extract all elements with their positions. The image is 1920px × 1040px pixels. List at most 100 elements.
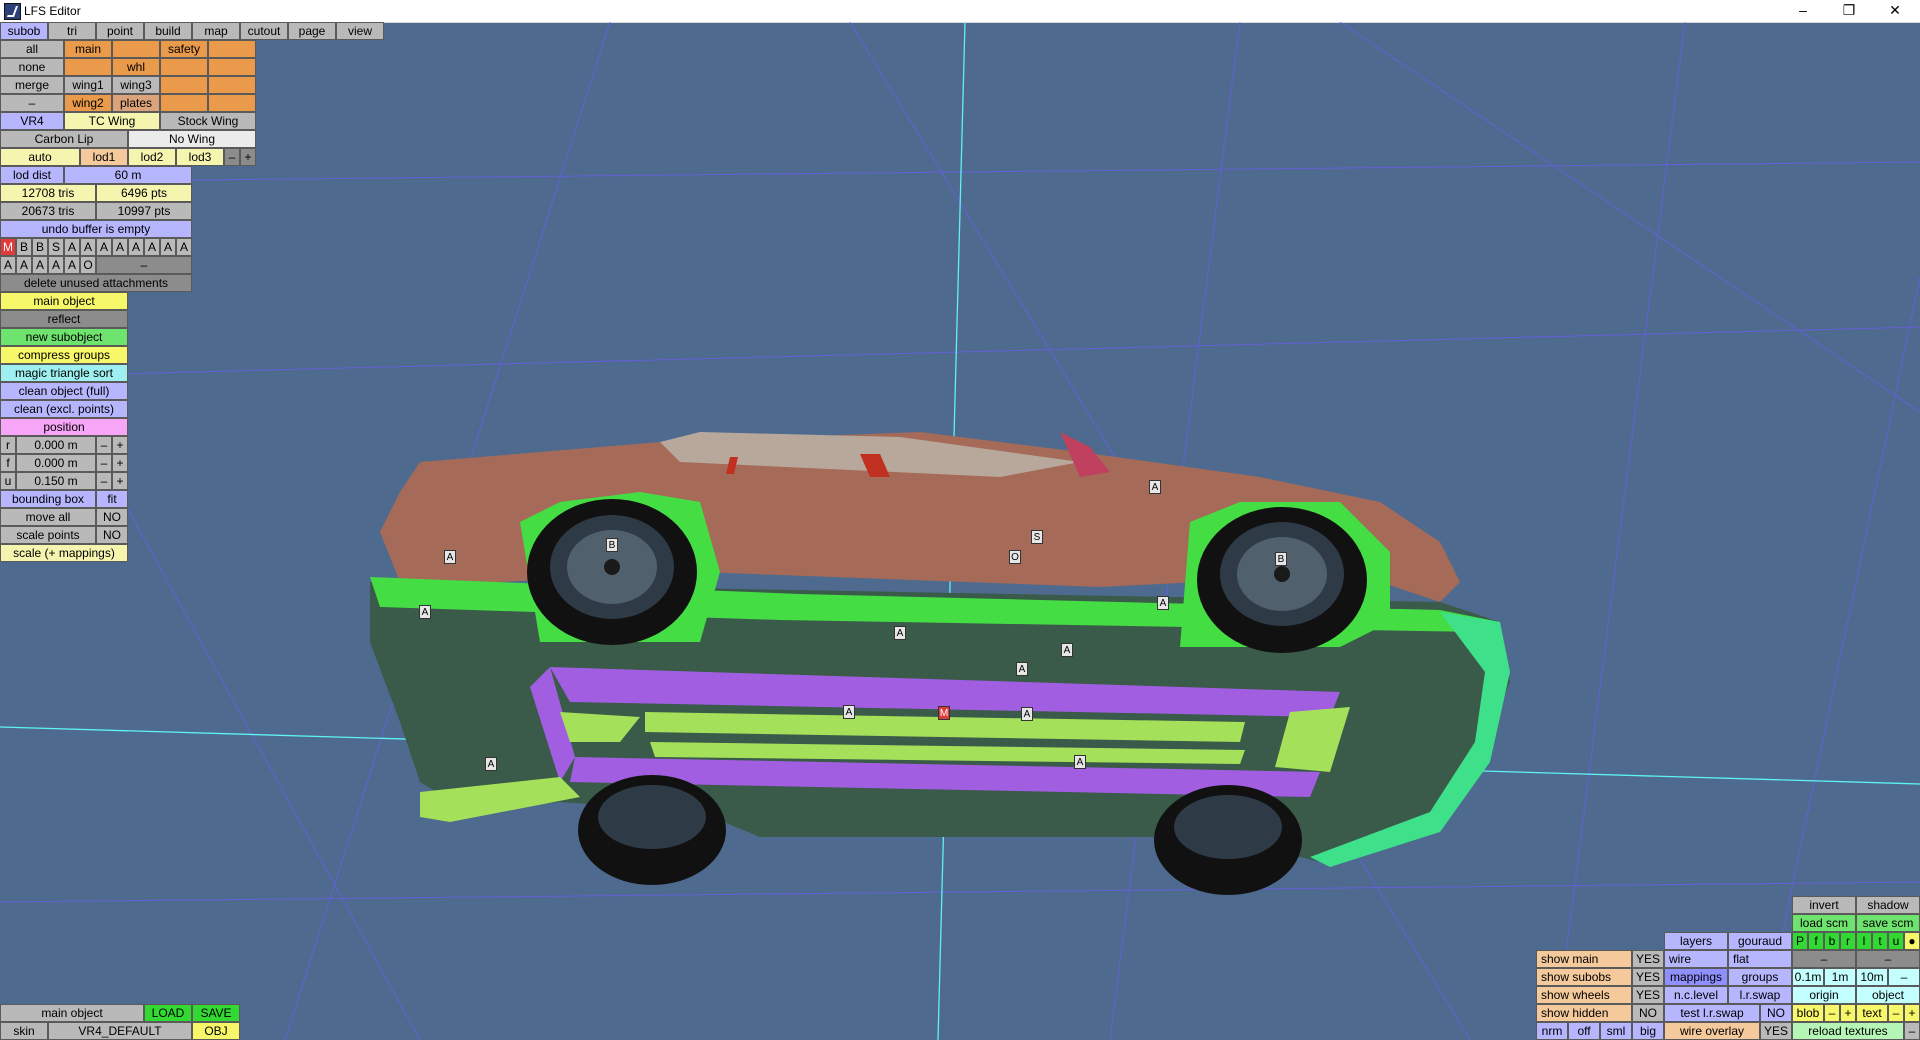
attachment-marker-b-front[interactable]: B <box>606 538 618 552</box>
subobject-main[interactable]: main <box>64 40 112 58</box>
subobject-empty[interactable] <box>160 94 208 112</box>
layer-toggle-u[interactable]: u <box>1888 932 1904 950</box>
attach-o[interactable]: O <box>80 256 96 274</box>
config-tc-wing[interactable]: TC Wing <box>64 112 160 130</box>
show-subobs-toggle[interactable]: YES <box>1632 968 1664 986</box>
show-wheels-toggle[interactable]: YES <box>1632 986 1664 1004</box>
select-all-button[interactable]: all <box>0 40 64 58</box>
fit-button[interactable]: fit <box>96 490 128 508</box>
reflect-button[interactable]: reflect <box>0 310 128 328</box>
origin-button[interactable]: origin <box>1792 986 1856 1004</box>
shadow-button[interactable]: shadow <box>1856 896 1920 914</box>
new-subobject-button[interactable]: new subobject <box>0 328 128 346</box>
attach-s[interactable]: S <box>48 238 64 256</box>
subobject-wing1[interactable]: wing1 <box>64 76 112 94</box>
wire-button[interactable]: wire <box>1664 950 1728 968</box>
text-plus[interactable]: + <box>1904 1004 1920 1022</box>
layer-toggle-p[interactable]: P <box>1792 932 1808 950</box>
close-button[interactable]: ✕ <box>1872 0 1918 22</box>
scale-1m[interactable]: 1m <box>1824 968 1856 986</box>
minimize-button[interactable]: – <box>1780 0 1826 22</box>
attachment-marker-a[interactable]: A <box>1074 755 1086 769</box>
menu-subob[interactable]: subob <box>0 22 48 40</box>
flat-button[interactable]: flat <box>1728 950 1792 968</box>
object-button[interactable]: object <box>1856 986 1920 1004</box>
attach-a[interactable]: A <box>80 238 96 256</box>
config-stock-wing[interactable]: Stock Wing <box>160 112 256 130</box>
menu-build[interactable]: build <box>144 22 192 40</box>
config-no-wing[interactable]: No Wing <box>128 130 256 148</box>
subobject-plates[interactable]: plates <box>112 94 160 112</box>
attachment-marker-m[interactable]: M <box>938 706 950 720</box>
blob-minus[interactable]: – <box>1824 1004 1840 1022</box>
groups-button[interactable]: groups <box>1728 968 1792 986</box>
attach-a[interactable]: A <box>16 256 32 274</box>
delete-unused-attachments-button[interactable]: delete unused attachments <box>0 274 192 292</box>
lod-minus[interactable]: – <box>224 148 240 166</box>
big-button[interactable]: big <box>1632 1022 1664 1040</box>
load-button[interactable]: LOAD <box>144 1004 192 1022</box>
compress-groups-button[interactable]: compress groups <box>0 346 128 364</box>
select-none-button[interactable]: none <box>0 58 64 76</box>
scale-minus[interactable]: – <box>1888 968 1920 986</box>
attach-b[interactable]: B <box>16 238 32 256</box>
scale-10m[interactable]: 10m <box>1856 968 1888 986</box>
menu-point[interactable]: point <box>96 22 144 40</box>
config-vr4[interactable]: VR4 <box>0 112 64 130</box>
position-r-minus[interactable]: – <box>96 436 112 454</box>
attachment-marker-a[interactable]: A <box>1016 662 1028 676</box>
reload-extra[interactable]: – <box>1904 1022 1920 1040</box>
blob-plus[interactable]: + <box>1840 1004 1856 1022</box>
lod1-button[interactable]: lod1 <box>80 148 128 166</box>
move-all-toggle[interactable]: NO <box>96 508 128 526</box>
attachment-marker-s[interactable]: S <box>1031 530 1043 544</box>
subobject-empty[interactable] <box>160 76 208 94</box>
gouraud-button[interactable]: gouraud <box>1728 932 1792 950</box>
clean-excl-points-button[interactable]: clean (excl. points) <box>0 400 128 418</box>
show-main-toggle[interactable]: YES <box>1632 950 1664 968</box>
subobject-empty[interactable] <box>208 76 256 94</box>
attach-a[interactable]: A <box>176 238 192 256</box>
attachment-marker-a[interactable]: A <box>419 605 431 619</box>
layer-toggle-dot[interactable]: ● <box>1904 932 1920 950</box>
menu-cutout[interactable]: cutout <box>240 22 288 40</box>
layer-toggle-l[interactable]: l <box>1856 932 1872 950</box>
off-button[interactable]: off <box>1568 1022 1600 1040</box>
attachment-marker-o[interactable]: O <box>1009 550 1021 564</box>
attachment-marker-a[interactable]: A <box>1149 480 1161 494</box>
placeholder-dash-2[interactable]: – <box>1856 950 1920 968</box>
layer-toggle-r[interactable]: r <box>1840 932 1856 950</box>
subobject-safety[interactable]: safety <box>160 40 208 58</box>
attach-extra[interactable]: – <box>96 256 192 274</box>
attachment-marker-a[interactable]: A <box>1061 643 1073 657</box>
attach-a[interactable]: A <box>160 238 176 256</box>
attachment-marker-a[interactable]: A <box>1021 707 1033 721</box>
menu-page[interactable]: page <box>288 22 336 40</box>
test-lr-swap-toggle[interactable]: NO <box>1760 1004 1792 1022</box>
subobject-empty[interactable] <box>64 58 112 76</box>
main-object-button[interactable]: main object <box>0 292 128 310</box>
subobject-wing2[interactable]: wing2 <box>64 94 112 112</box>
attach-a[interactable]: A <box>48 256 64 274</box>
attach-a[interactable]: A <box>112 238 128 256</box>
subobject-empty[interactable] <box>112 40 160 58</box>
magic-triangle-sort-button[interactable]: magic triangle sort <box>0 364 128 382</box>
position-value-f[interactable]: 0.000 m <box>16 454 96 472</box>
show-hidden-toggle[interactable]: NO <box>1632 1004 1664 1022</box>
attach-a[interactable]: A <box>64 238 80 256</box>
layer-toggle-b[interactable]: b <box>1824 932 1840 950</box>
obj-button[interactable]: OBJ <box>192 1022 240 1040</box>
nrm-button[interactable]: nrm <box>1536 1022 1568 1040</box>
text-minus[interactable]: – <box>1888 1004 1904 1022</box>
attachment-marker-b-rear[interactable]: B <box>1275 552 1287 566</box>
invert-button[interactable]: invert <box>1792 896 1856 914</box>
attach-a[interactable]: A <box>96 238 112 256</box>
config-carbon-lip[interactable]: Carbon Lip <box>0 130 128 148</box>
scale-points-toggle[interactable]: NO <box>96 526 128 544</box>
lod2-button[interactable]: lod2 <box>128 148 176 166</box>
save-button[interactable]: SAVE <box>192 1004 240 1022</box>
attach-a[interactable]: A <box>144 238 160 256</box>
load-scm-button[interactable]: load scm <box>1792 914 1856 932</box>
lod-dist-value[interactable]: 60 m <box>64 166 192 184</box>
lr-swap-button[interactable]: l.r.swap <box>1728 986 1792 1004</box>
